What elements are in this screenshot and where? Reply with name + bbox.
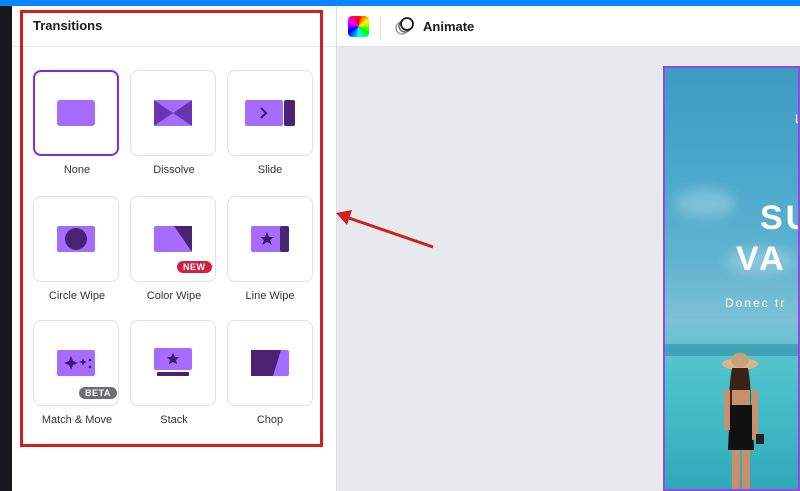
tile-label-match-move: Match & Move xyxy=(41,414,113,426)
tile-label-chop: Chop xyxy=(256,414,284,426)
tile-label-stack: Stack xyxy=(160,414,188,426)
animate-label: Animate xyxy=(423,18,475,34)
design-canvas[interactable]: L SU VA Donec tr xyxy=(663,66,800,491)
slide-transition-icon xyxy=(245,100,295,126)
match-and-move-transition-icon xyxy=(57,350,95,376)
transition-tile-dissolve[interactable] xyxy=(130,70,216,156)
panel-title: Transitions xyxy=(33,18,103,33)
cloud-shape xyxy=(675,188,735,218)
animate-icon xyxy=(395,17,414,35)
transition-tile-match-move[interactable]: BETA xyxy=(33,320,119,406)
sidebar-strip xyxy=(0,6,12,491)
tile-label-slide: Slide xyxy=(257,164,283,176)
chop-transition-icon xyxy=(251,350,289,376)
canvas-subtext: Donec tr xyxy=(725,296,787,310)
canvas-headline-line2: VA xyxy=(736,240,787,278)
color-wipe-transition-icon xyxy=(154,226,192,252)
canvas-headline-line1: SU xyxy=(760,199,798,237)
transition-tile-chop[interactable] xyxy=(227,320,313,406)
editor-toolbar: Animate xyxy=(337,6,800,47)
panel-divider xyxy=(12,46,336,47)
transition-tile-circle-wipe[interactable] xyxy=(33,196,119,282)
animate-button[interactable]: Animate xyxy=(393,14,474,38)
tile-label-color-wipe: Color Wipe xyxy=(146,290,202,302)
canvas-text-line1: L xyxy=(795,112,798,126)
tile-label-line-wipe: Line Wipe xyxy=(245,290,295,302)
tile-label-dissolve: Dissolve xyxy=(153,164,195,176)
circle-wipe-transition-icon xyxy=(57,226,95,252)
woman-figure-image xyxy=(722,353,764,489)
toolbar-separator xyxy=(380,15,381,39)
tile-label-circle-wipe: Circle Wipe xyxy=(48,290,106,302)
transition-tile-stack[interactable] xyxy=(130,320,216,406)
transition-tile-none[interactable] xyxy=(33,70,119,156)
dissolve-transition-icon xyxy=(154,100,192,126)
none-transition-icon xyxy=(57,100,95,126)
beta-badge: BETA xyxy=(79,387,117,399)
tile-label-none: None xyxy=(63,164,91,176)
transition-tile-slide[interactable] xyxy=(227,70,313,156)
line-wipe-transition-icon xyxy=(251,226,289,252)
annotation-arrow-icon xyxy=(336,210,434,249)
color-picker-icon[interactable] xyxy=(348,16,369,37)
transition-tile-line-wipe[interactable] xyxy=(227,196,313,282)
transition-tile-color-wipe[interactable]: NEW xyxy=(130,196,216,282)
new-badge: NEW xyxy=(177,261,212,273)
stack-transition-icon xyxy=(154,348,192,376)
